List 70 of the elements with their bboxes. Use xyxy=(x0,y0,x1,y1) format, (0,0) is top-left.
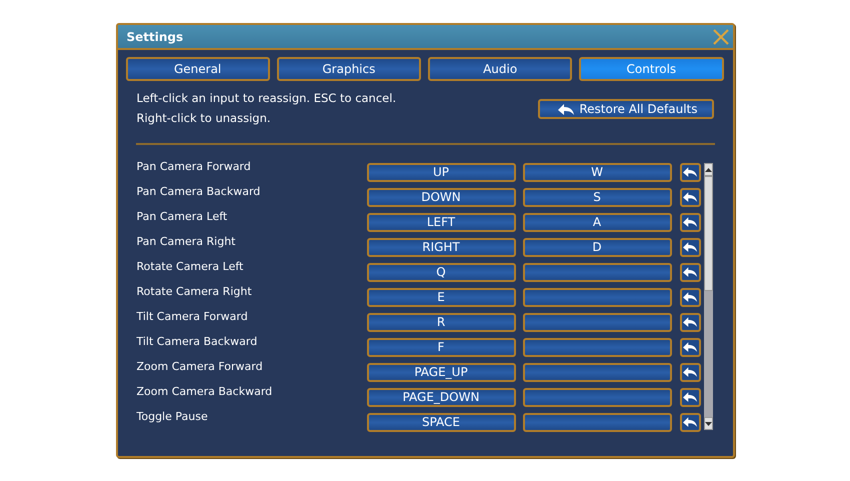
tab[interactable]: General xyxy=(126,57,270,81)
key-binding-button[interactable]: PAGE_DOWN xyxy=(366,388,516,406)
action-label: Tilt Camera Forward xyxy=(136,310,249,323)
key-binding-button[interactable]: UP xyxy=(366,162,516,182)
key-binding-button[interactable]: DOWN xyxy=(366,188,516,206)
key-binding-button[interactable]: RIGHT xyxy=(366,238,516,256)
action-label: Rotate Camera Left xyxy=(136,260,244,273)
reset-binding-button[interactable] xyxy=(680,188,700,206)
undo-arrow-icon xyxy=(683,342,697,352)
reset-binding-button[interactable] xyxy=(680,388,700,406)
key-binding-button[interactable] xyxy=(522,388,672,406)
undo-arrow-icon xyxy=(683,217,697,227)
scroll-thumb[interactable] xyxy=(704,176,712,291)
action-label: Pan Camera Left xyxy=(136,210,228,223)
key-binding-button[interactable] xyxy=(522,362,672,382)
action-label: Pan Camera Forward xyxy=(136,160,252,173)
window-title: Settings xyxy=(126,30,184,44)
reset-binding-button[interactable] xyxy=(680,288,700,306)
reset-binding-button[interactable] xyxy=(680,238,700,256)
undo-arrow-icon xyxy=(683,267,697,277)
action-label: Pan Camera Backward xyxy=(136,185,262,198)
key-binding-button[interactable]: F xyxy=(366,338,516,356)
reset-binding-button[interactable] xyxy=(680,412,700,432)
reset-binding-button[interactable] xyxy=(680,212,700,232)
action-label: Zoom Camera Forward xyxy=(136,360,264,373)
undo-arrow-icon xyxy=(558,104,574,114)
action-label: Toggle Pause xyxy=(136,410,209,423)
instruction-text: Right-click to unassign. xyxy=(136,111,272,126)
down-arrow-icon xyxy=(704,422,712,426)
action-label: Pan Camera Right xyxy=(136,235,236,248)
key-binding-button[interactable]: E xyxy=(366,288,516,306)
undo-arrow-icon xyxy=(683,367,697,377)
key-binding-button[interactable]: D xyxy=(522,238,672,256)
up-arrow-icon xyxy=(704,168,712,172)
undo-arrow-icon xyxy=(683,292,697,302)
key-binding-button[interactable] xyxy=(522,288,672,306)
reset-binding-button[interactable] xyxy=(680,262,700,282)
key-binding-button[interactable]: SPACE xyxy=(366,412,516,432)
key-binding-button[interactable]: R xyxy=(366,312,516,332)
key-binding-button[interactable] xyxy=(522,338,672,356)
undo-arrow-icon xyxy=(683,192,697,202)
scroll-up-button[interactable] xyxy=(704,163,712,176)
instruction-text: Left-click an input to reassign. ESC to cancel. xyxy=(136,91,396,106)
undo-arrow-icon xyxy=(683,167,697,177)
key-binding-button[interactable] xyxy=(522,312,672,332)
scrollbar[interactable] xyxy=(704,163,712,430)
reset-binding-button[interactable] xyxy=(680,338,700,356)
undo-arrow-icon xyxy=(683,317,697,327)
key-binding-button[interactable] xyxy=(522,412,672,432)
key-binding-button[interactable]: PAGE_UP xyxy=(366,362,516,382)
action-label: Tilt Camera Backward xyxy=(136,335,258,348)
reset-binding-button[interactable] xyxy=(680,362,700,382)
undo-arrow-icon xyxy=(683,242,697,252)
reset-binding-button[interactable] xyxy=(680,162,700,182)
key-binding-button[interactable]: W xyxy=(522,162,672,182)
key-binding-button[interactable] xyxy=(522,262,672,282)
restore-defaults-button[interactable]: Restore All Defaults xyxy=(538,99,714,119)
key-binding-button[interactable]: Q xyxy=(366,262,516,282)
undo-arrow-icon xyxy=(683,417,697,427)
scroll-down-button[interactable] xyxy=(704,417,712,430)
tab[interactable]: Controls xyxy=(579,57,724,81)
action-label: Rotate Camera Right xyxy=(136,285,253,298)
key-binding-button[interactable]: S xyxy=(522,188,672,206)
action-label: Zoom Camera Backward xyxy=(136,385,274,398)
tab[interactable]: Graphics xyxy=(276,57,421,81)
key-binding-button[interactable]: LEFT xyxy=(366,212,516,232)
reset-binding-button[interactable] xyxy=(680,312,700,332)
tab[interactable]: Audio xyxy=(428,57,572,81)
key-binding-button[interactable]: A xyxy=(522,212,672,232)
undo-arrow-icon xyxy=(683,392,697,402)
